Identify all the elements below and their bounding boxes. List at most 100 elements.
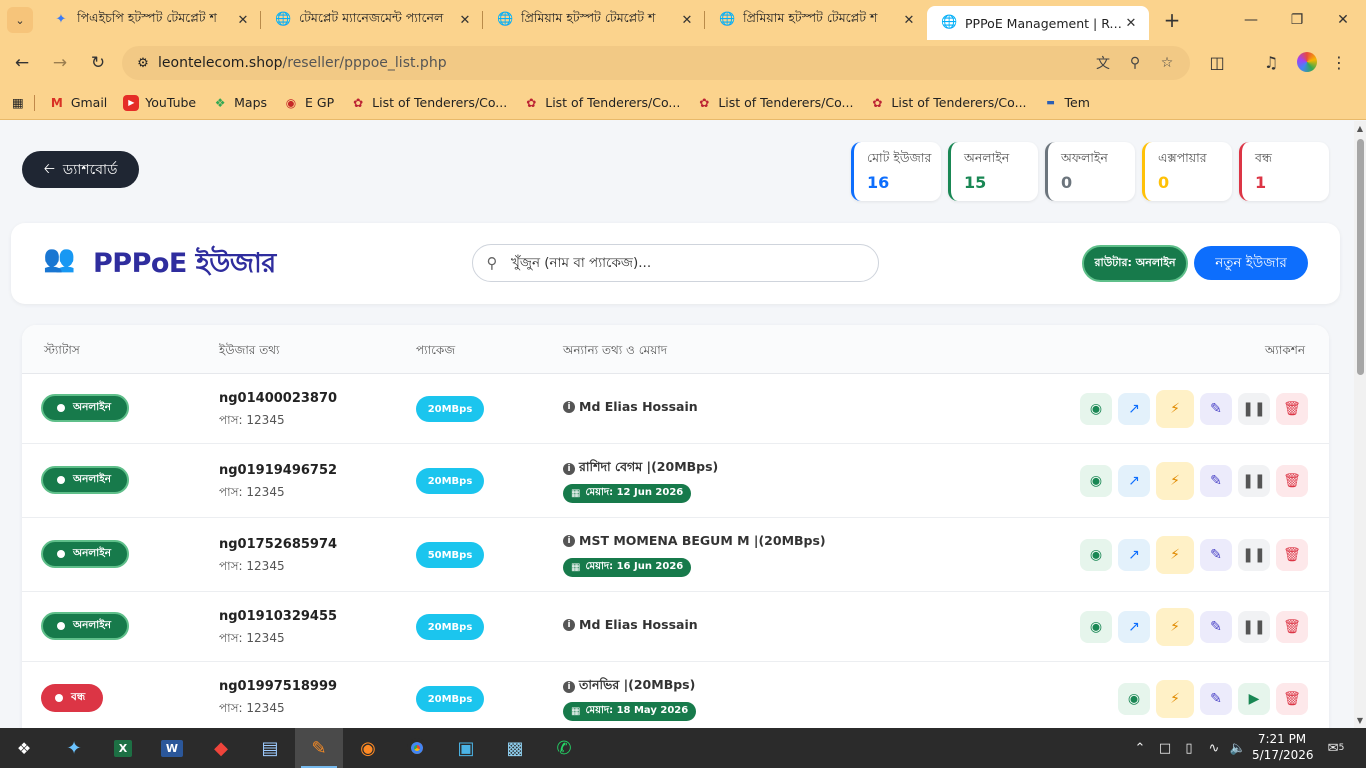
new-user-button[interactable]: নতুন ইউজার bbox=[1194, 246, 1308, 280]
boost-button[interactable]: ⚡ bbox=[1156, 390, 1194, 428]
scroll-up-icon[interactable]: ▲ bbox=[1354, 124, 1366, 133]
anydesk-icon[interactable]: ◆ bbox=[197, 728, 245, 768]
restore-icon[interactable]: ❐ bbox=[1274, 0, 1320, 40]
pause-button[interactable]: ❚❚ bbox=[1238, 539, 1270, 571]
copilot-icon[interactable]: ✦ bbox=[50, 728, 98, 768]
bookmark-tenderers-1[interactable]: ✿ List of Tenderers/Co... bbox=[350, 95, 507, 111]
volume-icon[interactable]: 🔈 bbox=[1228, 728, 1248, 768]
page-scrollbar[interactable]: ▲ ▼ bbox=[1354, 121, 1366, 728]
username: ng01400023870 bbox=[219, 391, 338, 406]
stat-disabled: বন্ধ 1 bbox=[1239, 142, 1329, 201]
delete-button[interactable]: 🗑 bbox=[1276, 539, 1308, 571]
url-text[interactable]: leontelecom.shop/reseller/pppoe_list.php bbox=[158, 55, 447, 71]
bookmark-tenderers-3[interactable]: ✿ List of Tenderers/Co... bbox=[696, 95, 853, 111]
boost-button[interactable]: ⚡ bbox=[1156, 536, 1194, 574]
gemini-star-icon: ✦ bbox=[55, 12, 67, 27]
news-app-icon[interactable]: ▤ bbox=[246, 728, 294, 768]
reload-icon[interactable]: ↻ bbox=[82, 47, 114, 79]
graph-button[interactable]: ↗ bbox=[1118, 539, 1150, 571]
bookmark-label: YouTube bbox=[145, 95, 197, 110]
search-input[interactable]: ⚲ খুঁজুন (নাম বা প্যাকেজ)... bbox=[472, 244, 879, 282]
delete-button[interactable]: 🗑 bbox=[1276, 465, 1308, 497]
close-tab-icon[interactable]: ✕ bbox=[679, 13, 695, 28]
bookmark-tem[interactable]: ▬ Tem bbox=[1043, 95, 1090, 111]
graph-button[interactable]: ↗ bbox=[1118, 465, 1150, 497]
pause-button[interactable]: ❚❚ bbox=[1238, 393, 1270, 425]
zoom-icon[interactable]: ⚲ bbox=[1120, 46, 1150, 80]
address-bar[interactable]: ⚙ leontelecom.shop/reseller/pppoe_list.p… bbox=[122, 46, 1190, 80]
close-tab-icon[interactable]: ✕ bbox=[457, 13, 473, 28]
notepad-icon[interactable]: ▩ bbox=[491, 728, 539, 768]
edit-button[interactable]: ✎ bbox=[1200, 465, 1232, 497]
bookmark-tenderers-2[interactable]: ✿ List of Tenderers/Co... bbox=[523, 95, 680, 111]
profile-avatar-icon[interactable] bbox=[1292, 46, 1322, 78]
view-button[interactable]: ◉ bbox=[1118, 683, 1150, 715]
bookmark-youtube[interactable]: ▶ YouTube bbox=[123, 94, 197, 111]
windows-start-icon[interactable]: ❖ bbox=[0, 728, 48, 768]
edit-button[interactable]: ✎ bbox=[1200, 683, 1232, 715]
notification-center-icon[interactable]: ✉ 5 bbox=[1322, 728, 1350, 768]
firefox-icon[interactable]: ◉ bbox=[344, 728, 392, 768]
more-menu-icon[interactable]: ⋮ bbox=[1324, 46, 1354, 78]
browser-tab-1[interactable]: ✦ পিএইচপি হটস্পট টেমপ্লেট শ ✕ bbox=[39, 0, 261, 40]
close-tab-icon[interactable]: ✕ bbox=[901, 13, 917, 28]
site-info-icon[interactable]: ⚙ bbox=[128, 56, 158, 71]
system-clock[interactable]: 7:21 PM 5/17/2026 bbox=[1252, 731, 1314, 763]
new-tab-button[interactable]: + bbox=[1157, 8, 1187, 32]
winbox-icon[interactable]: ▣ bbox=[442, 728, 490, 768]
extensions-icon[interactable]: ◫ bbox=[1202, 46, 1232, 78]
meet-now-icon[interactable]: □ bbox=[1155, 728, 1175, 768]
dashboard-button[interactable]: 🡠 ড্যাশবোর্ড bbox=[22, 151, 139, 188]
view-button[interactable]: ◉ bbox=[1080, 465, 1112, 497]
delete-button[interactable]: 🗑 bbox=[1276, 611, 1308, 643]
boost-button[interactable]: ⚡ bbox=[1156, 680, 1194, 718]
view-button[interactable]: ◉ bbox=[1080, 611, 1112, 643]
browser-tab-4[interactable]: 🌐 প্রিমিয়াম হটস্পট টেমপ্লেট শ ✕ bbox=[705, 0, 927, 40]
scroll-down-icon[interactable]: ▼ bbox=[1354, 716, 1366, 725]
close-window-icon[interactable]: ✕ bbox=[1320, 0, 1366, 40]
view-button[interactable]: ◉ bbox=[1080, 393, 1112, 425]
tab-search-chevron-icon[interactable]: ⌄ bbox=[7, 7, 33, 33]
user-info: i তানভির |(20MBps) bbox=[563, 677, 695, 697]
close-tab-icon[interactable]: ✕ bbox=[1123, 16, 1139, 31]
resume-button[interactable]: ▶ bbox=[1238, 683, 1270, 715]
back-arrow-icon[interactable]: ← bbox=[6, 47, 38, 79]
scrollbar-thumb[interactable] bbox=[1357, 139, 1364, 375]
forward-arrow-icon[interactable]: → bbox=[44, 47, 76, 79]
bookmark-gmail[interactable]: M Gmail bbox=[49, 95, 107, 111]
browser-tab-active[interactable]: 🌐 PPPoE Management | Resell ✕ bbox=[927, 6, 1149, 40]
excel-icon[interactable]: X bbox=[99, 728, 147, 768]
browser-tab-2[interactable]: 🌐 টেমপ্লেট ম্যানেজমেন্ট প্যানেল ✕ bbox=[261, 0, 483, 40]
stat-total-users: মোট ইউজার 16 bbox=[851, 142, 941, 201]
edit-button[interactable]: ✎ bbox=[1200, 393, 1232, 425]
delete-button[interactable]: 🗑 bbox=[1276, 683, 1308, 715]
chrome-icon[interactable] bbox=[393, 728, 441, 768]
media-control-icon[interactable]: ♫ bbox=[1256, 46, 1286, 78]
pause-button[interactable]: ❚❚ bbox=[1238, 611, 1270, 643]
bookmark-egp[interactable]: ◉ E GP bbox=[283, 95, 334, 111]
tray-chevron-icon[interactable]: ⌃ bbox=[1130, 728, 1150, 768]
minimize-icon[interactable]: — bbox=[1228, 0, 1274, 40]
graph-button[interactable]: ↗ bbox=[1118, 611, 1150, 643]
boost-button[interactable]: ⚡ bbox=[1156, 608, 1194, 646]
pause-button[interactable]: ❚❚ bbox=[1238, 465, 1270, 497]
wifi-icon[interactable]: ∿ bbox=[1204, 728, 1224, 768]
bookmark-maps[interactable]: ❖ Maps bbox=[212, 95, 267, 111]
delete-button[interactable]: 🗑 bbox=[1276, 393, 1308, 425]
view-button[interactable]: ◉ bbox=[1080, 539, 1112, 571]
boost-button[interactable]: ⚡ bbox=[1156, 462, 1194, 500]
word-icon[interactable]: W bbox=[148, 728, 196, 768]
graph-button[interactable]: ↗ bbox=[1118, 393, 1150, 425]
bookmark-tenderers-4[interactable]: ✿ List of Tenderers/Co... bbox=[869, 95, 1026, 111]
active-app-icon[interactable]: ✎ bbox=[295, 728, 343, 768]
apps-grid-icon[interactable]: ▦ bbox=[12, 95, 24, 110]
close-tab-icon[interactable]: ✕ bbox=[235, 13, 251, 28]
battery-icon[interactable]: ▯ bbox=[1179, 728, 1199, 768]
bookmark-star-icon[interactable]: ☆ bbox=[1152, 46, 1182, 80]
pause-icon: ❚❚ bbox=[1242, 401, 1266, 417]
edit-button[interactable]: ✎ bbox=[1200, 611, 1232, 643]
whatsapp-icon[interactable]: ✆ bbox=[540, 728, 588, 768]
browser-tab-3[interactable]: 🌐 প্রিমিয়াম হটস্পট টেমপ্লেট শ ✕ bbox=[483, 0, 705, 40]
translate-icon[interactable]: 文 bbox=[1088, 46, 1118, 80]
edit-button[interactable]: ✎ bbox=[1200, 539, 1232, 571]
